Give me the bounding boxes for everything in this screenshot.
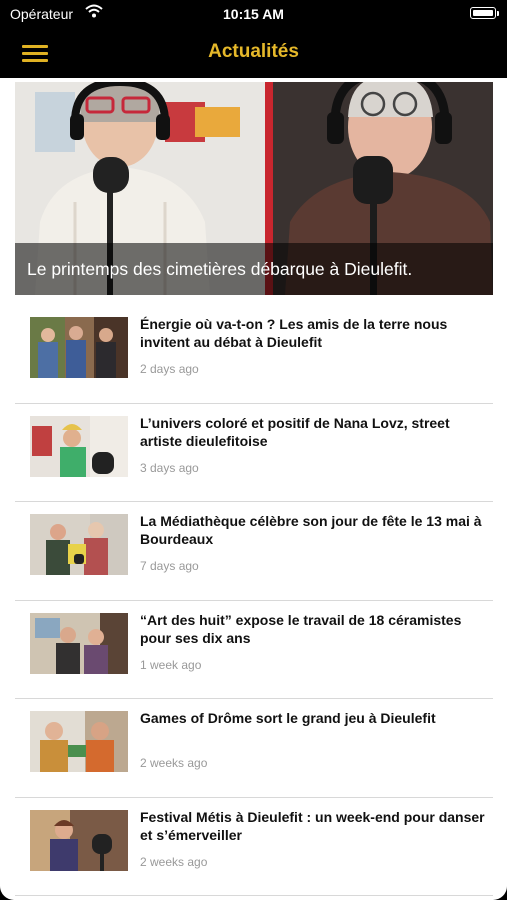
article-title: “Art des huit” expose le travail de 18 c… bbox=[140, 611, 462, 646]
article-item[interactable]: Énergie où va-t-on ? Les amis de la terr… bbox=[15, 305, 493, 404]
news-feed: Le printemps des cimetières débarque à D… bbox=[0, 78, 507, 900]
status-bar: Opérateur 10:15 AM bbox=[0, 0, 507, 28]
featured-article[interactable]: Le printemps des cimetières débarque à D… bbox=[15, 82, 493, 295]
article-thumbnail bbox=[30, 415, 128, 477]
article-thumbnail bbox=[30, 809, 128, 871]
article-item[interactable]: Games of Drôme sort le grand jeu à Dieul… bbox=[15, 699, 493, 798]
article-list: Énergie où va-t-on ? Les amis de la terr… bbox=[15, 305, 493, 896]
article-thumbnail bbox=[30, 612, 128, 674]
article-title: L’univers coloré et positif de Nana Lovz… bbox=[140, 414, 450, 449]
article-item[interactable]: “Art des huit” expose le travail de 18 c… bbox=[15, 601, 493, 699]
article-thumbnail bbox=[30, 514, 128, 575]
article-timestamp: 2 weeks ago bbox=[140, 854, 208, 869]
article-thumbnail bbox=[30, 317, 128, 378]
article-item[interactable]: L’univers coloré et positif de Nana Lovz… bbox=[15, 404, 493, 502]
article-title: La Médiathèque célèbre son jour de fête … bbox=[140, 513, 482, 547]
article-title: Festival Métis à Dieulefit : un week-end… bbox=[140, 808, 485, 843]
article-item[interactable]: Festival Métis à Dieulefit : un week-end… bbox=[15, 798, 493, 896]
article-thumbnail bbox=[30, 711, 128, 772]
article-timestamp: 2 weeks ago bbox=[140, 756, 208, 770]
page-title: Actualités bbox=[208, 41, 299, 62]
featured-article-title: Le printemps des cimetières débarque à D… bbox=[15, 243, 493, 295]
article-timestamp: 7 days ago bbox=[140, 559, 199, 573]
article-timestamp: 3 days ago bbox=[140, 460, 199, 475]
article-timestamp: 2 days ago bbox=[140, 362, 199, 376]
navigation-bar: Actualités bbox=[0, 28, 507, 78]
article-timestamp: 1 week ago bbox=[140, 657, 202, 672]
article-item[interactable]: La Médiathèque célèbre son jour de fête … bbox=[15, 502, 493, 601]
clock: 10:15 AM bbox=[223, 6, 284, 22]
article-title: Énergie où va-t-on ? Les amis de la terr… bbox=[140, 316, 448, 350]
article-title: Games of Drôme sort le grand jeu à Dieul… bbox=[140, 710, 436, 726]
battery-tip bbox=[497, 11, 499, 16]
battery-icon bbox=[470, 7, 496, 19]
